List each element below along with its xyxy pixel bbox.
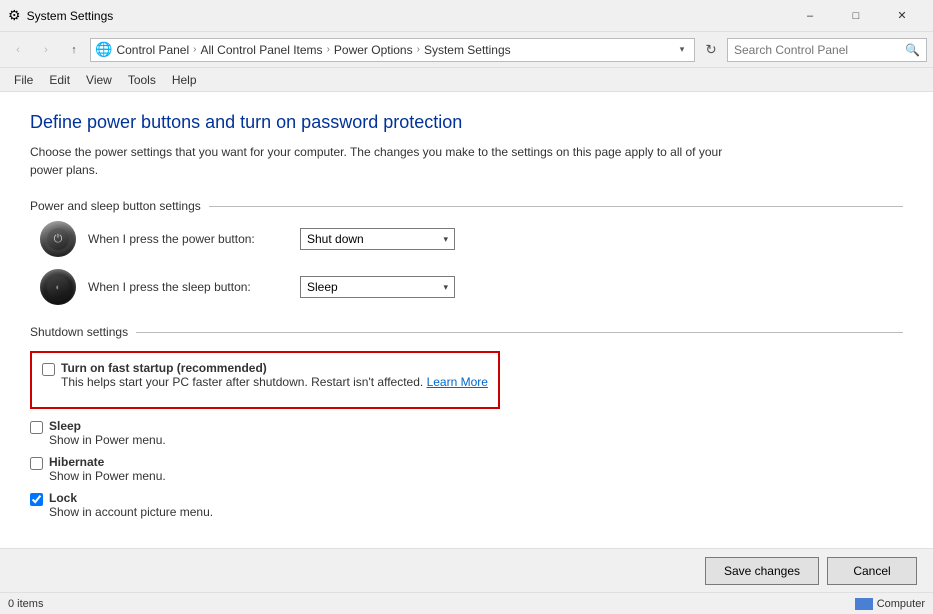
- power-button-dropdown-arrow: ▾: [443, 234, 448, 245]
- page-description: Choose the power settings that you want …: [30, 143, 730, 179]
- search-icon: 🔍: [905, 43, 920, 57]
- hibernate-option-desc: Show in Power menu.: [49, 469, 166, 483]
- sleep-option-label: Sleep: [49, 419, 166, 433]
- learn-more-link[interactable]: Learn More: [427, 375, 488, 389]
- hibernate-option: Hibernate Show in Power menu.: [30, 455, 903, 483]
- power-button-section-title: Power and sleep button settings: [30, 199, 903, 213]
- breadcrumb-system-settings[interactable]: System Settings: [422, 43, 513, 57]
- save-changes-button[interactable]: Save changes: [705, 557, 819, 585]
- menu-file[interactable]: File: [6, 71, 41, 89]
- status-item-count: 0 items: [8, 598, 43, 610]
- sleep-option: Sleep Show in Power menu.: [30, 419, 903, 447]
- search-input[interactable]: [734, 43, 901, 57]
- search-box: 🔍: [727, 38, 927, 62]
- hibernate-option-label: Hibernate: [49, 455, 166, 469]
- main-content: Define power buttons and turn on passwor…: [0, 92, 933, 548]
- cancel-button[interactable]: Cancel: [827, 557, 917, 585]
- forward-button[interactable]: ›: [34, 38, 58, 62]
- sleep-button-icon: ◐: [40, 269, 76, 305]
- menu-tools[interactable]: Tools: [120, 71, 164, 89]
- lock-option: Lock Show in account picture menu.: [30, 491, 903, 519]
- lock-option-label: Lock: [49, 491, 213, 505]
- title-bar-controls: – □ ✕: [787, 0, 925, 32]
- fast-startup-checkbox[interactable]: [42, 363, 55, 376]
- title-bar: ⚙ System Settings – □ ✕: [0, 0, 933, 32]
- sleep-button-label: When I press the sleep button:: [88, 280, 288, 294]
- bottom-bar: Save changes Cancel: [0, 548, 933, 592]
- up-button[interactable]: ↑: [62, 38, 86, 62]
- sleep-button-value: Sleep: [307, 280, 338, 294]
- address-dropdown-button[interactable]: ▾: [674, 39, 690, 61]
- sleep-button-row: ◐ When I press the sleep button: Sleep ▾: [40, 269, 903, 305]
- page-title: Define power buttons and turn on passwor…: [30, 112, 903, 133]
- hibernate-checkbox[interactable]: [30, 457, 43, 470]
- refresh-button[interactable]: ↻: [699, 38, 723, 62]
- minimize-button[interactable]: –: [787, 0, 833, 32]
- sleep-option-desc: Show in Power menu.: [49, 433, 166, 447]
- menu-bar: File Edit View Tools Help: [0, 68, 933, 92]
- menu-view[interactable]: View: [78, 71, 120, 89]
- power-button-dropdown[interactable]: Shut down ▾: [300, 228, 455, 250]
- lock-option-desc: Show in account picture menu.: [49, 505, 213, 519]
- close-button[interactable]: ✕: [879, 0, 925, 32]
- sleep-button-dropdown-arrow: ▾: [443, 282, 448, 293]
- power-button-row: ⏻ When I press the power button: Shut do…: [40, 221, 903, 257]
- power-button-icon: ⏻: [40, 221, 76, 257]
- shutdown-section: Turn on fast startup (recommended) This …: [30, 351, 903, 527]
- power-button-label: When I press the power button:: [88, 232, 288, 246]
- status-bar: 0 items Computer: [0, 592, 933, 614]
- fast-startup-desc: This helps start your PC faster after sh…: [61, 375, 488, 389]
- sleep-button-dropdown[interactable]: Sleep ▾: [300, 276, 455, 298]
- button-settings: ⏻ When I press the power button: Shut do…: [40, 221, 903, 305]
- menu-help[interactable]: Help: [164, 71, 205, 89]
- breadcrumb-all-items[interactable]: All Control Panel Items: [199, 43, 325, 57]
- sleep-checkbox[interactable]: [30, 421, 43, 434]
- fast-startup-label: Turn on fast startup (recommended): [61, 361, 488, 375]
- nav-bar: ‹ › ↑ 🌐 Control Panel › All Control Pane…: [0, 32, 933, 68]
- app-title: System Settings: [27, 9, 114, 23]
- breadcrumb-globe-icon: 🌐: [95, 41, 112, 58]
- status-right: Computer: [855, 598, 925, 610]
- breadcrumb-control-panel[interactable]: Control Panel: [114, 43, 191, 57]
- computer-icon: [855, 598, 873, 610]
- menu-edit[interactable]: Edit: [41, 71, 78, 89]
- back-button[interactable]: ‹: [6, 38, 30, 62]
- app-icon: ⚙: [8, 7, 21, 24]
- shutdown-section-title: Shutdown settings: [30, 325, 903, 339]
- maximize-button[interactable]: □: [833, 0, 879, 32]
- fast-startup-row: Turn on fast startup (recommended) This …: [42, 361, 488, 389]
- address-bar: 🌐 Control Panel › All Control Panel Item…: [90, 38, 695, 62]
- lock-checkbox[interactable]: [30, 493, 43, 506]
- power-button-value: Shut down: [307, 232, 364, 246]
- breadcrumb-power-options[interactable]: Power Options: [332, 43, 415, 57]
- status-computer-label: Computer: [877, 598, 925, 610]
- fast-startup-box: Turn on fast startup (recommended) This …: [30, 351, 500, 409]
- title-bar-left: ⚙ System Settings: [8, 7, 113, 24]
